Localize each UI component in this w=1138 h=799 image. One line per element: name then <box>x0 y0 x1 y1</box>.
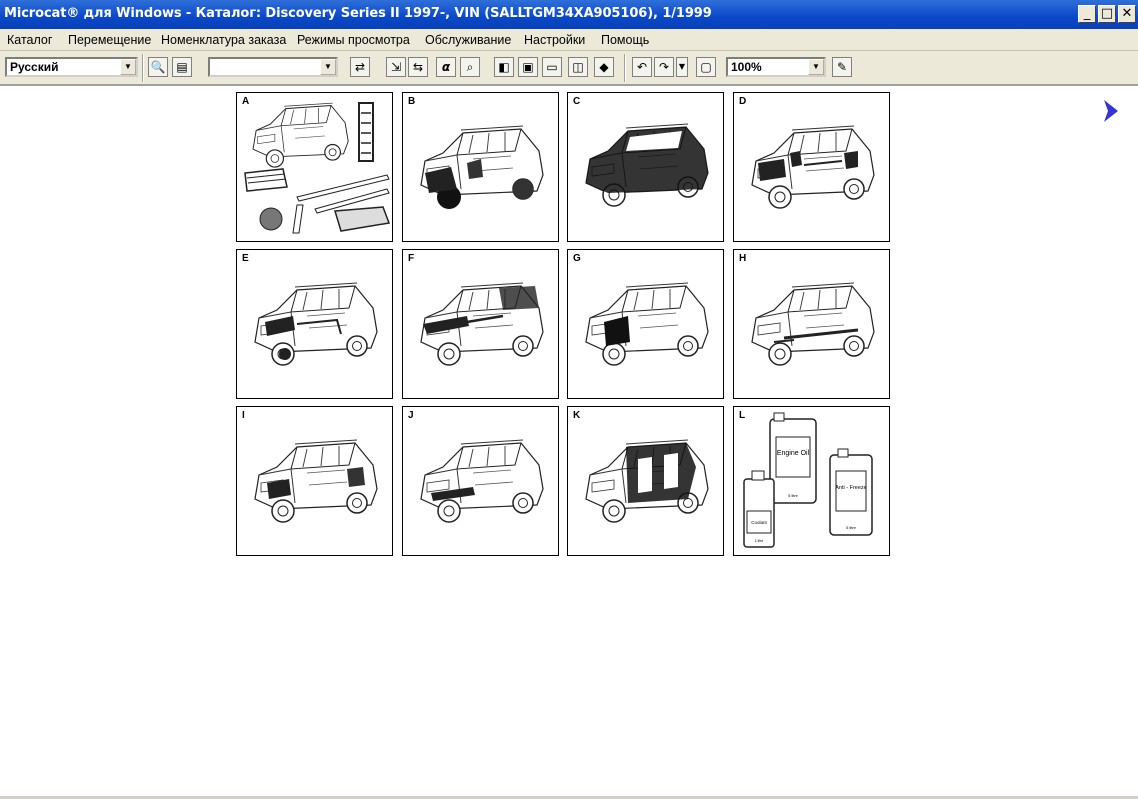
antifreeze-size: 5 litre <box>846 525 857 530</box>
language-select[interactable]: Русский ▼ <box>5 57 138 77</box>
group-tile-a[interactable]: A <box>236 92 393 242</box>
printer-icon[interactable]: ▤ <box>172 57 192 77</box>
transmission-illustration <box>254 439 378 523</box>
coolant-label: Coolant <box>751 520 767 525</box>
group-tile-b[interactable]: B <box>402 92 559 242</box>
toolbar-separator <box>142 54 144 82</box>
transfer-icon[interactable]: ⇆ <box>408 57 428 77</box>
window-title: Microcat® для Windows - Каталог: Discove… <box>4 6 712 21</box>
fluids-illustration: Engine Oil 5 litre Anti - Freeze 5 litre… <box>743 412 873 548</box>
group-tile-i[interactable]: I <box>236 406 393 556</box>
menu-help[interactable]: Помощь <box>601 33 649 47</box>
coolant-size: 1 litre <box>755 539 764 543</box>
zoom-value: 100% <box>731 60 762 74</box>
redo-dropdown-icon[interactable]: ▼ <box>676 57 688 77</box>
chassis-illustration <box>751 282 875 366</box>
tools-icon[interactable]: ✎ <box>832 57 852 77</box>
language-value: Русский <box>10 60 59 74</box>
minimize-button[interactable]: _ <box>1078 5 1096 23</box>
add-to-list-icon[interactable]: ⇲ <box>386 57 406 77</box>
group-tile-k[interactable]: K <box>567 406 724 556</box>
search-combo[interactable]: ▼ <box>208 57 338 77</box>
engine-oil-label: Engine Oil <box>777 450 810 457</box>
front-body-illustration <box>585 282 709 366</box>
magnifier-icon[interactable]: ⌕ <box>460 57 480 77</box>
menu-order-list[interactable]: Номенклатура заказа <box>161 33 286 47</box>
group-tile-h[interactable]: H <box>733 249 890 399</box>
group-tile-e[interactable]: E <box>236 249 393 399</box>
body-parts-illustration <box>244 102 391 234</box>
monitor-icon[interactable]: ▭ <box>542 57 562 77</box>
split-view-icon[interactable]: ◫ <box>568 57 588 77</box>
fuel-system-illustration <box>751 125 875 209</box>
group-tile-d[interactable]: D <box>733 92 890 242</box>
group-tile-j[interactable]: J <box>402 406 559 556</box>
menu-navigation[interactable]: Перемещение <box>68 33 151 47</box>
book-icon[interactable]: ◆ <box>594 57 614 77</box>
menu-settings[interactable]: Настройки <box>524 33 585 47</box>
toolbar-separator <box>624 54 626 82</box>
maximize-button[interactable]: □ <box>1098 5 1116 23</box>
text-view-icon[interactable]: ▣ <box>518 57 538 77</box>
close-button[interactable]: ✕ <box>1118 5 1136 23</box>
steering-illustration <box>420 439 544 523</box>
group-tile-g[interactable]: G <box>567 249 724 399</box>
body-shell-illustration <box>585 123 709 207</box>
notes-icon[interactable]: ▢ <box>696 57 716 77</box>
group-tile-c[interactable]: C <box>567 92 724 242</box>
antifreeze-label: Anti - Freeze <box>835 485 866 491</box>
menu-view-modes[interactable]: Режимы просмотра <box>297 33 410 47</box>
redo-icon[interactable]: ↷ <box>654 57 674 77</box>
engine-oil-size: 5 litre <box>788 493 799 498</box>
search-go-icon[interactable]: ⇄ <box>350 57 370 77</box>
group-tile-l[interactable]: L Engine Oil 5 litre Anti - Freeze 5 lit… <box>733 406 890 556</box>
electrical-illustration <box>420 282 544 366</box>
undo-icon[interactable]: ↶ <box>632 57 652 77</box>
chevron-down-icon[interactable]: ▼ <box>808 59 824 75</box>
cooling-system-illustration <box>254 282 378 366</box>
zoom-select[interactable]: 100% ▼ <box>726 57 826 77</box>
toolbar: Русский ▼ 🔍 ▤ ▼ ⇄ ⇲ ⇆ α ⌕ ◧ ▣ ▭ ◫ ◆ ↶ ↷ … <box>0 51 1138 86</box>
title-bar: Microcat® для Windows - Каталог: Discove… <box>0 0 1138 29</box>
alpha-search-icon[interactable]: α <box>436 57 456 77</box>
group-tile-f[interactable]: F <box>402 249 559 399</box>
interior-illustration <box>585 439 709 523</box>
next-page-arrow-icon[interactable] <box>1102 98 1120 124</box>
chevron-down-icon[interactable]: ▼ <box>320 59 336 75</box>
print-preview-icon[interactable]: 🔍 <box>148 57 168 77</box>
engine-illustration <box>420 125 544 209</box>
chevron-down-icon[interactable]: ▼ <box>120 59 136 75</box>
menu-service[interactable]: Обслуживание <box>425 33 511 47</box>
menu-catalog[interactable]: Каталог <box>7 33 52 47</box>
menu-bar: Каталог Перемещение Номенклатура заказа … <box>0 29 1138 51</box>
illustration-icon[interactable]: ◧ <box>494 57 514 77</box>
